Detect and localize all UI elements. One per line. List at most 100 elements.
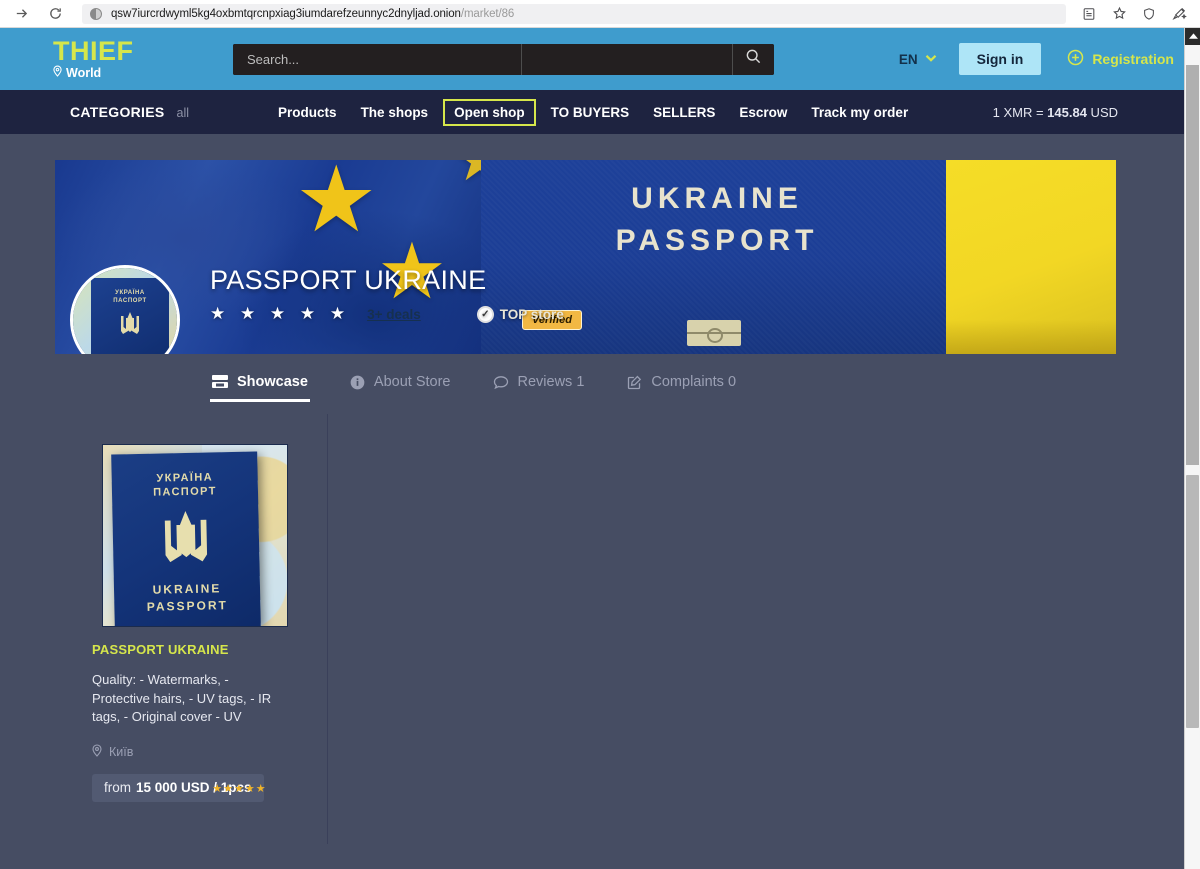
- nav-link-sellers[interactable]: SELLERS: [641, 105, 727, 120]
- store-banner: ★ ★ ★ UKRAINE PASSPORT Verified УКРАЇНА …: [55, 160, 1116, 354]
- browser-toolbar: qsw7iurcrdwyml5kg4oxbmtqrcnpxiag3iumdare…: [0, 0, 1200, 28]
- product-description: Quality: - Watermarks, - Protective hair…: [92, 672, 272, 724]
- store-name: PASSPORT UKRAINE: [210, 265, 487, 295]
- store-header-info: PASSPORT UKRAINE ★ ★ ★ ★ ★ 3+ deals ✓ TO…: [210, 265, 564, 324]
- search-input[interactable]: [233, 43, 522, 75]
- url-text: qsw7iurcrdwyml5kg4oxbmtqrcnpxiag3iumdare…: [111, 7, 515, 20]
- product-title[interactable]: PASSPORT UKRAINE: [92, 642, 295, 657]
- forward-arrow-icon[interactable]: [8, 3, 34, 25]
- scrollbar-thumb-upper[interactable]: [1186, 65, 1199, 465]
- registration-link[interactable]: Registration: [1067, 49, 1174, 69]
- nav-link-the-shops[interactable]: The shops: [349, 105, 441, 120]
- categories-button[interactable]: CATEGORIES all: [70, 104, 189, 120]
- product-card[interactable]: УКРАЇНА ПАСПОРТ UKRAINE PASSPORT PASSPOR…: [90, 444, 295, 802]
- trident-emblem-icon: [117, 310, 143, 345]
- thumbnail-passport: УКРАЇНА ПАСПОРТ UKRAINE PASSPORT: [111, 451, 261, 626]
- store-tabs: Showcase About Store Reviews 1 Complaint…: [210, 368, 1200, 402]
- nav-link-track-my-order[interactable]: Track my order: [799, 105, 920, 120]
- reload-icon[interactable]: [42, 3, 68, 25]
- nav-link-to-buyers[interactable]: TO BUYERS: [539, 105, 642, 120]
- scrollbar-track[interactable]: [1185, 45, 1200, 869]
- location-pin-icon: [92, 743, 102, 760]
- product-grid: УКРАЇНА ПАСПОРТ UKRAINE PASSPORT PASSPOR…: [0, 414, 1200, 844]
- tab-showcase[interactable]: Showcase: [210, 368, 310, 402]
- nav-link-escrow[interactable]: Escrow: [727, 105, 799, 120]
- tab-about-store[interactable]: About Store: [348, 368, 453, 402]
- page-scrollbar[interactable]: [1184, 28, 1200, 869]
- product-rating-stars: ★★★★★: [212, 782, 267, 795]
- search-button[interactable]: [733, 43, 774, 75]
- tab-showcase-label: Showcase: [237, 374, 308, 390]
- tab-reviews[interactable]: Reviews 1: [491, 368, 587, 402]
- top-store-label: TOP store: [499, 306, 564, 322]
- tab-complaints[interactable]: Complaints 0: [624, 368, 738, 402]
- store-avatar: УКРАЇНА ПАСПОРТ UKRAINE PASSPORT: [70, 265, 180, 354]
- price-prefix: from: [104, 780, 131, 795]
- deals-link[interactable]: 3+ deals: [367, 307, 421, 322]
- yellow-panel: [946, 160, 1116, 354]
- site-header: THIEF World Search... EN Sign in Registr…: [0, 28, 1200, 90]
- language-selector[interactable]: EN: [899, 52, 937, 67]
- page-content: ★ ★ ★ UKRAINE PASSPORT Verified УКРАЇНА …: [0, 160, 1200, 869]
- store-meta: ★ ★ ★ ★ ★ 3+ deals ✓ TOP store: [210, 304, 564, 324]
- reader-view-icon[interactable]: [1076, 3, 1102, 25]
- edit-icon: [626, 375, 642, 390]
- registration-label: Registration: [1092, 51, 1174, 67]
- logo-text: THIEF: [53, 36, 134, 66]
- exchange-rate: 1 XMR = 145.84 USD: [992, 104, 1118, 120]
- showcase-icon: [212, 375, 228, 389]
- chevron-down-icon: [925, 53, 937, 65]
- tab-reviews-label: Reviews 1: [517, 374, 585, 390]
- product-location: Київ: [92, 743, 295, 760]
- avatar-text-pasport: ПАСПОРТ: [113, 298, 147, 304]
- banner-background: ★ ★ ★ UKRAINE PASSPORT Verified: [55, 160, 1116, 354]
- thumb-text-ukraina: УКРАЇНА: [156, 471, 214, 485]
- nav-link-open-shop[interactable]: Open shop: [443, 98, 536, 126]
- top-store-badge: ✓ TOP store: [476, 305, 564, 323]
- language-label: EN: [898, 51, 918, 67]
- shield-icon[interactable]: [1136, 3, 1162, 25]
- banner-text-ukraine: UKRAINE: [631, 182, 803, 215]
- plus-circle-icon: [1067, 49, 1084, 69]
- search-box: [233, 43, 774, 75]
- product-price: from 15 000 USD / 1pcs ★★★★★: [92, 773, 267, 802]
- banner-text-passport: PASSPORT: [615, 224, 819, 257]
- header-actions: EN Sign in Registration: [899, 28, 1174, 90]
- logo-subtitle: World: [53, 65, 228, 80]
- store-rating-stars: ★ ★ ★ ★ ★: [210, 304, 351, 323]
- site-logo[interactable]: THIEF World: [53, 38, 228, 80]
- trident-emblem-icon: [155, 504, 217, 582]
- nav-link-products[interactable]: Products: [266, 105, 349, 120]
- scrollbar-thumb[interactable]: [1186, 475, 1199, 728]
- scroll-up-arrow-icon[interactable]: [1185, 28, 1200, 45]
- thumb-text-ukraine: UKRAINE: [152, 581, 222, 597]
- passport-chip-icon: [687, 320, 741, 346]
- product-thumbnail[interactable]: УКРАЇНА ПАСПОРТ UKRAINE PASSPORT: [102, 444, 288, 627]
- site-identity-icon: [90, 7, 102, 20]
- address-bar[interactable]: qsw7iurcrdwyml5kg4oxbmtqrcnpxiag3iumdare…: [82, 3, 1066, 24]
- cleaner-icon[interactable]: [1166, 3, 1192, 25]
- bookmark-star-icon[interactable]: [1106, 3, 1132, 25]
- categories-label: CATEGORIES: [70, 104, 165, 120]
- categories-all-label: all: [176, 106, 190, 120]
- main-navigation: CATEGORIES all Products The shops Open s…: [0, 90, 1200, 134]
- check-badge-icon: ✓: [476, 305, 494, 323]
- page-viewport: THIEF World Search... EN Sign in Registr…: [0, 28, 1200, 869]
- nav-links: Products The shops Open shop TO BUYERS S…: [266, 98, 920, 126]
- grid-divider: [327, 414, 328, 844]
- info-icon: [350, 375, 365, 390]
- tab-complaints-label: Complaints 0: [651, 374, 737, 390]
- thumb-text-passport: PASSPORT: [146, 598, 229, 614]
- search-icon: [745, 48, 762, 70]
- sign-in-button[interactable]: Sign in: [958, 43, 1042, 75]
- avatar-text-ukraina: УКРАЇНА: [115, 290, 145, 296]
- tab-about-store-label: About Store: [373, 374, 451, 390]
- product-location-label: Київ: [109, 744, 134, 759]
- passport-cover-photo: UKRAINE PASSPORT Verified: [481, 160, 946, 354]
- logo-subtitle-text: World: [66, 65, 102, 80]
- location-pin-icon: [53, 65, 62, 80]
- search-category-select[interactable]: [522, 43, 733, 75]
- comment-icon: [493, 375, 509, 390]
- thumb-text-pasport: ПАСПОРТ: [153, 485, 217, 499]
- eu-star-icon: ★: [295, 160, 378, 251]
